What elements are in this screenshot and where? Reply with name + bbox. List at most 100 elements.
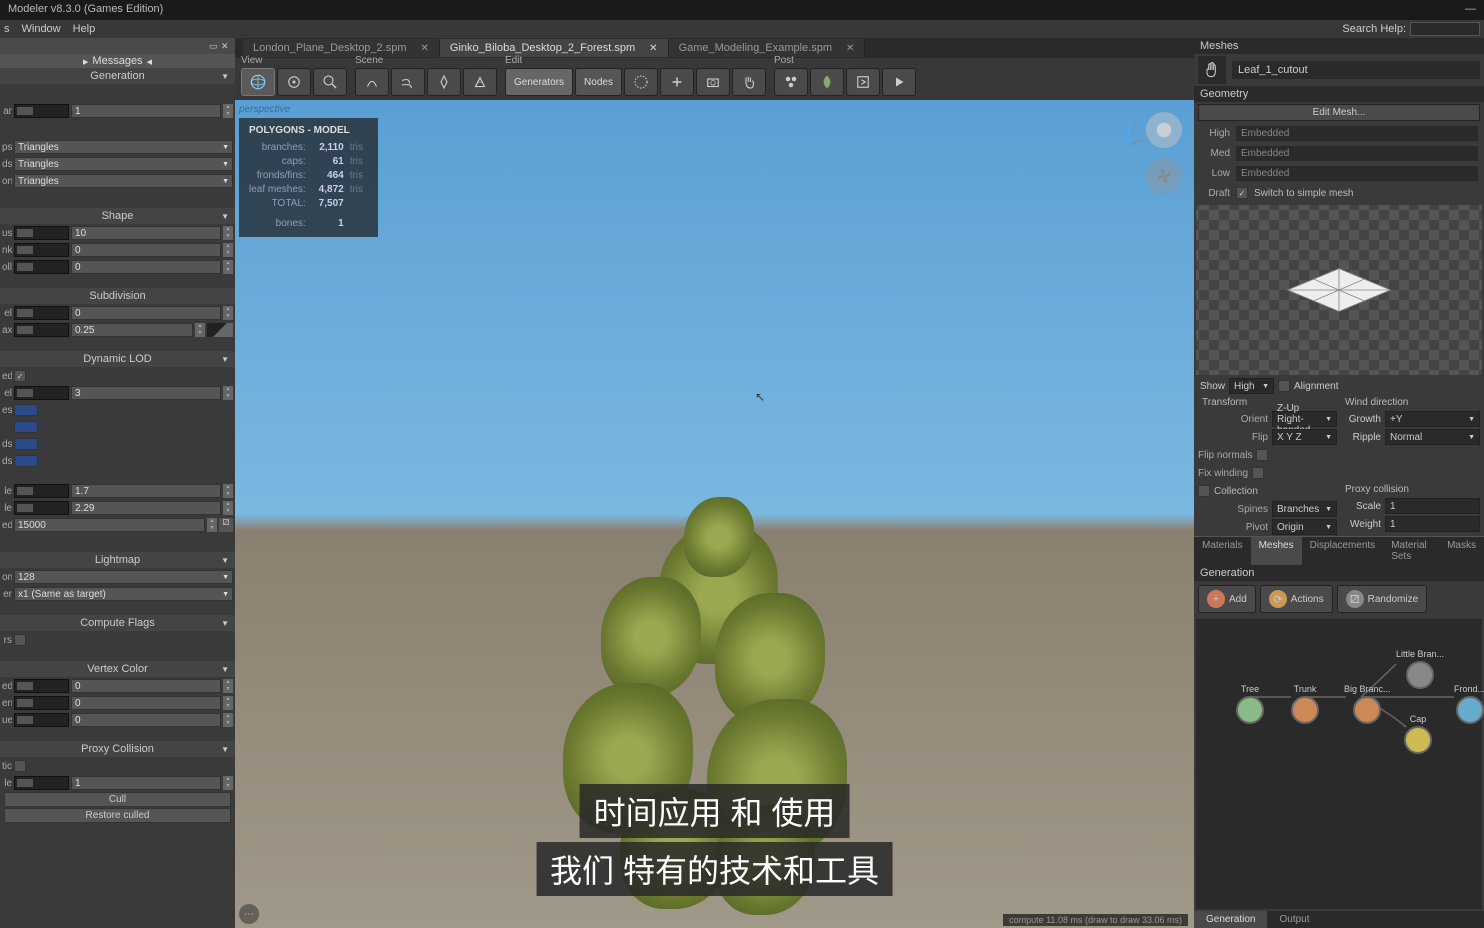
slider[interactable] [14, 776, 69, 790]
num-input[interactable]: 1 [71, 776, 221, 790]
axis-gizmo[interactable]: z [1114, 120, 1144, 150]
panel-tab-masks[interactable]: Masks [1439, 537, 1484, 565]
dropdown-triangles[interactable]: Triangles▼ [14, 157, 233, 171]
collision-icon[interactable] [427, 68, 461, 96]
num-input[interactable]: 0.25 [71, 323, 193, 337]
flip-dropdown[interactable]: X Y Z▼ [1272, 429, 1337, 445]
menu-window[interactable]: Window [22, 23, 61, 35]
slider[interactable] [14, 104, 69, 118]
close-tab-icon[interactable]: ✕ [421, 43, 429, 54]
restore-culled-button[interactable]: Restore culled [4, 808, 231, 823]
color-swatch[interactable] [14, 404, 38, 416]
cluster-icon[interactable] [774, 68, 808, 96]
checkbox[interactable] [14, 760, 26, 772]
slider[interactable] [14, 226, 69, 240]
section-shape[interactable]: Shape▼ [0, 208, 235, 224]
add-button[interactable]: +Add [1198, 585, 1256, 613]
graph-node[interactable]: Tree [1236, 684, 1264, 724]
select-icon[interactable] [624, 68, 658, 96]
lod-value[interactable]: Embedded [1236, 146, 1478, 161]
spinner[interactable]: ▲▼ [223, 386, 233, 400]
undock-icon[interactable]: ▭ [209, 41, 219, 51]
output-tab-generation[interactable]: Generation [1194, 911, 1267, 928]
node-graph[interactable]: Tree Trunk Big Branc...Little Bran... Cap Fr… [1196, 619, 1482, 909]
fix-winding-checkbox[interactable] [1252, 467, 1264, 479]
slider[interactable] [14, 260, 69, 274]
fan-gizmo-icon[interactable] [1146, 158, 1182, 194]
spinner[interactable]: ▲▼ [223, 679, 233, 693]
slider[interactable] [14, 243, 69, 257]
slider[interactable] [14, 696, 69, 710]
globe-icon[interactable] [241, 68, 275, 96]
spinner[interactable]: ▲▼ [223, 243, 233, 257]
num-input[interactable]: 0 [71, 679, 221, 693]
num-input[interactable]: 0 [71, 713, 221, 727]
nodes-button[interactable]: Nodes [575, 68, 622, 96]
num-input[interactable]: 0 [71, 243, 221, 257]
mesh-preview[interactable] [1196, 205, 1482, 375]
section-subdivision[interactable]: Subdivision [0, 288, 235, 304]
close-panel-icon[interactable]: ✕ [221, 41, 231, 51]
show-dropdown[interactable]: High▼ [1229, 378, 1274, 394]
growth-dropdown[interactable]: +Y▼ [1385, 411, 1480, 427]
num-input[interactable]: 3 [71, 386, 221, 400]
scale-input[interactable]: 1 [1385, 498, 1480, 514]
dropdown-triangles[interactable]: Triangles▼ [14, 140, 233, 154]
leaf-icon[interactable] [810, 68, 844, 96]
output-tab-output[interactable]: Output [1267, 911, 1321, 928]
spines-dropdown[interactable]: Branches▼ [1272, 501, 1337, 517]
cull-button[interactable]: Cull [4, 792, 231, 807]
spinner[interactable]: ▲▼ [223, 484, 233, 498]
dice-icon[interactable]: ⚂ [219, 518, 233, 532]
light-gizmo-icon[interactable] [1146, 112, 1182, 148]
num-input[interactable]: 0 [71, 696, 221, 710]
spinner[interactable]: ▲▼ [223, 696, 233, 710]
curve-preview[interactable] [207, 323, 233, 337]
pivot-dropdown[interactable]: Origin▼ [1272, 519, 1337, 535]
menu-help[interactable]: Help [73, 23, 96, 35]
num-input[interactable]: 0 [71, 306, 221, 320]
actions-button[interactable]: ⟳Actions [1260, 585, 1333, 613]
color-swatch[interactable] [14, 455, 38, 467]
flip-normals-checkbox[interactable] [1256, 449, 1268, 461]
viewport-3d[interactable]: perspective POLYGONS - MODEL branches:2,… [235, 100, 1194, 928]
num-input[interactable]: 1 [71, 104, 221, 118]
weight-input[interactable]: 1 [1385, 516, 1480, 532]
draft-checkbox[interactable]: ✓ [1236, 187, 1248, 199]
spinner[interactable]: ▲▼ [223, 306, 233, 320]
color-swatch[interactable] [14, 421, 38, 433]
color-swatch[interactable] [14, 438, 38, 450]
alignment-checkbox[interactable] [1278, 380, 1290, 392]
num-input[interactable]: 0 [71, 260, 221, 274]
graph-node[interactable]: Big Branc... [1344, 684, 1391, 724]
num-input[interactable]: 1.7 [71, 484, 221, 498]
generators-button[interactable]: Generators [505, 68, 573, 96]
num-input[interactable]: 15000 [14, 518, 205, 532]
mesh-icon[interactable] [463, 68, 497, 96]
add-node-icon[interactable] [660, 68, 694, 96]
graph-node[interactable]: Trunk [1291, 684, 1319, 724]
mesh-name-field[interactable]: Leaf_1_cutout [1232, 61, 1480, 79]
graph-node[interactable]: Frond... [1454, 684, 1484, 724]
section-proxy-collision[interactable]: Proxy Collision▼ [0, 741, 235, 757]
checkbox[interactable] [14, 634, 26, 646]
minimize-icon[interactable]: — [1465, 3, 1476, 17]
viewport-menu-icon[interactable]: ⋯ [239, 904, 259, 924]
zoom-icon[interactable] [313, 68, 347, 96]
collection-checkbox[interactable] [1198, 485, 1210, 497]
slider[interactable] [14, 306, 69, 320]
spinner[interactable]: ▲▼ [223, 713, 233, 727]
spinner[interactable]: ▲▼ [223, 501, 233, 515]
dropdown-lightmap-scale[interactable]: x1 (Same as target)▼ [14, 587, 233, 601]
hand-icon[interactable] [1198, 56, 1226, 84]
section-vertex-color[interactable]: Vertex Color▼ [0, 661, 235, 677]
slider[interactable] [14, 501, 69, 515]
ripple-dropdown[interactable]: Normal▼ [1385, 429, 1480, 445]
graph-node[interactable]: Cap [1404, 714, 1432, 754]
slider[interactable] [14, 484, 69, 498]
slider[interactable] [14, 679, 69, 693]
close-tab-icon[interactable]: ✕ [846, 43, 854, 54]
spinner[interactable]: ▲▼ [223, 104, 233, 118]
graph-node[interactable]: Little Bran... [1396, 649, 1444, 689]
spinner[interactable]: ▲▼ [223, 226, 233, 240]
